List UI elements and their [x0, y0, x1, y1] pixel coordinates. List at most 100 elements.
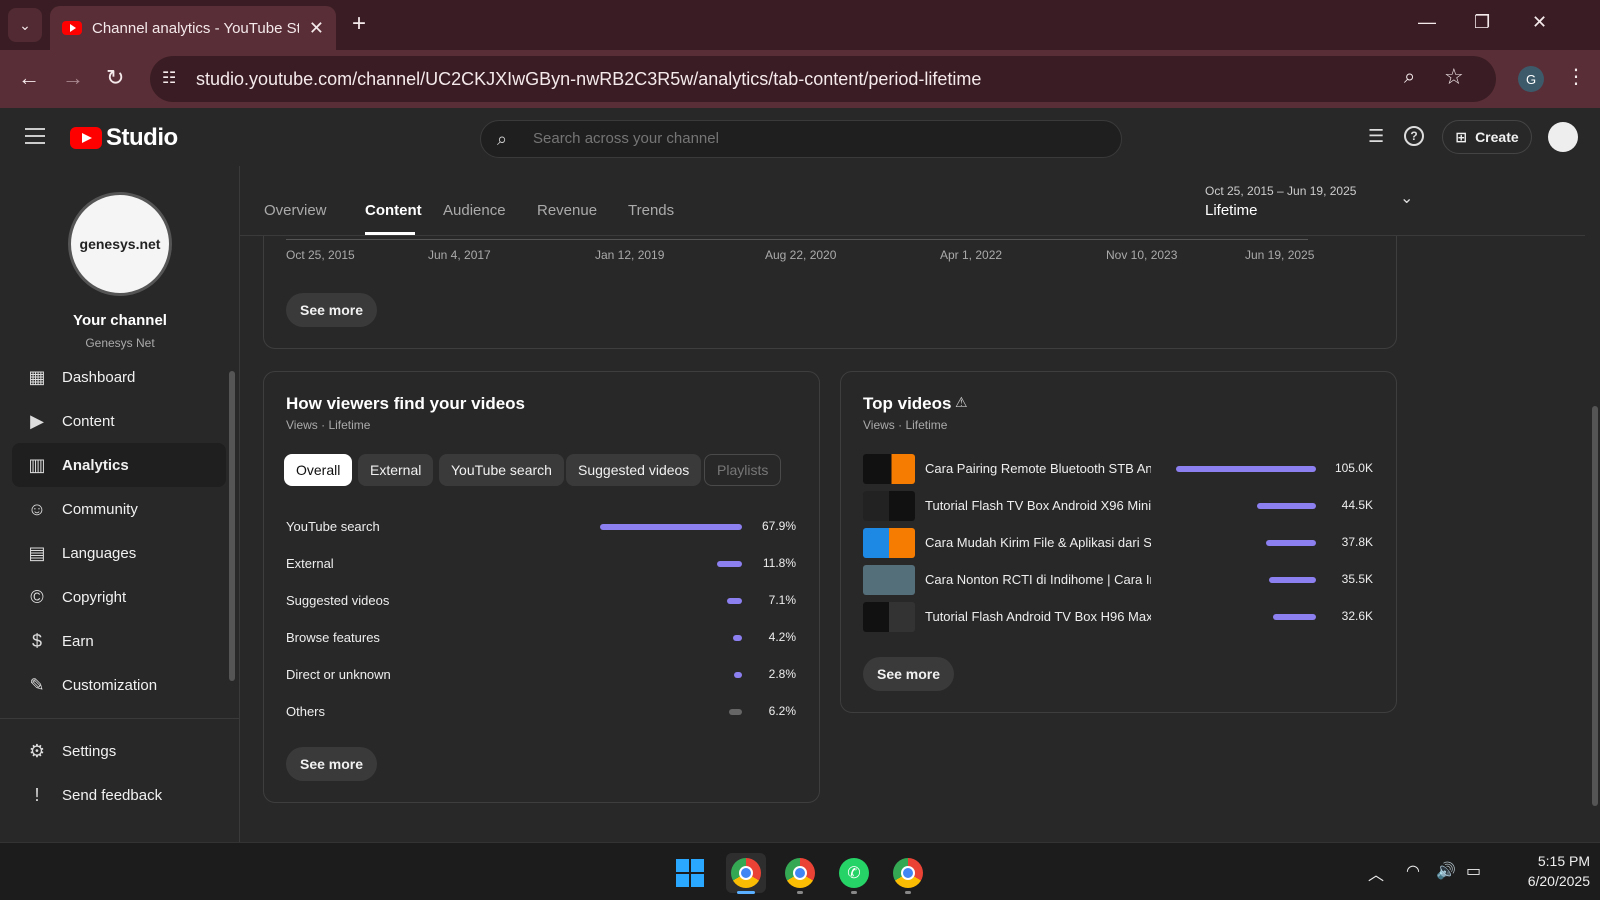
tab-overview[interactable]: Overview — [264, 202, 327, 219]
sidebar-item-earn[interactable]: $ Earn — [12, 619, 226, 663]
see-more-button[interactable]: See more — [286, 747, 378, 781]
video-thumbnail[interactable] — [863, 491, 915, 521]
sidebar-item-send-feedback[interactable]: ! Send feedback — [12, 773, 226, 817]
chip-youtube-search[interactable]: YouTube search — [439, 454, 564, 486]
top-video-row[interactable]: Cara Nonton RCTI di Indihome | Cara Ins.… — [863, 565, 1373, 595]
chrome-icon — [893, 858, 923, 888]
video-thumbnail[interactable] — [863, 565, 915, 595]
taskbar-whatsapp[interactable]: ✆ — [834, 853, 874, 893]
tab-list-button[interactable]: ⌄ — [8, 8, 42, 42]
chip-external[interactable]: External — [358, 454, 434, 486]
clock-date[interactable]: 6/20/2025 — [1500, 873, 1590, 889]
video-title[interactable]: Tutorial Flash Android TV Box H96 Max ..… — [925, 609, 1151, 624]
browser-menu-icon[interactable]: ⋮ — [1566, 64, 1586, 89]
new-tab-icon[interactable]: + — [352, 10, 366, 38]
volume-icon[interactable]: 🔊 — [1436, 861, 1456, 881]
sidebar-item-languages[interactable]: ▤ Languages — [12, 531, 226, 575]
search-input[interactable] — [533, 130, 1093, 147]
main-scrollbar[interactable] — [1592, 406, 1598, 806]
top-video-row[interactable]: Cara Pairing Remote Bluetooth STB And...… — [863, 454, 1373, 484]
sidebar-item-settings[interactable]: ⚙ Settings — [12, 729, 226, 773]
video-views-bar — [1176, 466, 1316, 472]
bookmark-star-icon[interactable]: ☆ — [1444, 64, 1464, 90]
chip-playlists[interactable]: Playlists — [704, 454, 782, 486]
video-thumbnail[interactable] — [863, 602, 915, 632]
chip-overall[interactable]: Overall — [284, 454, 353, 486]
taskbar-chrome-profile-g[interactable] — [726, 853, 766, 893]
taskbar-chrome-profile-2[interactable] — [780, 853, 820, 893]
sidebar-item-label: Analytics — [62, 456, 129, 474]
url-text[interactable]: studio.youtube.com/channel/UC2CKJXIwGByn… — [196, 69, 981, 90]
traffic-source-row[interactable]: Direct or unknown 2.8% — [286, 664, 796, 688]
traffic-source-percent: 4.2% — [768, 630, 796, 644]
show-hidden-icons-icon[interactable]: ︿ — [1368, 861, 1384, 885]
tab-content[interactable]: Content — [365, 202, 422, 219]
traffic-source-row[interactable]: Suggested videos 7.1% — [286, 590, 796, 614]
video-title[interactable]: Cara Pairing Remote Bluetooth STB And... — [925, 461, 1151, 476]
traffic-source-row[interactable]: Browse features 4.2% — [286, 627, 796, 651]
sidebar: genesys.net Your channel Genesys Net ▦ D… — [0, 166, 240, 842]
battery-icon[interactable]: ▭ — [1466, 861, 1481, 881]
account-avatar[interactable] — [1548, 122, 1578, 152]
taskbar-chrome-profile-3[interactable] — [888, 853, 928, 893]
tab-audience[interactable]: Audience — [443, 202, 506, 219]
see-more-button[interactable]: See more — [863, 657, 955, 691]
analytics-icon: ▥ — [28, 454, 46, 475]
sidebar-item-content[interactable]: ▶ Content — [12, 399, 226, 443]
sidebar-item-customization[interactable]: ✎ Customization — [12, 663, 226, 707]
video-title[interactable]: Tutorial Flash TV Box Android X96 Mini .… — [925, 498, 1151, 513]
warning-icon[interactable]: ⚠ — [955, 394, 968, 411]
messages-icon[interactable]: ☰ — [1368, 126, 1384, 147]
axis-tick-label: Nov 10, 2023 — [1106, 248, 1178, 262]
tab-revenue[interactable]: Revenue — [537, 202, 597, 219]
create-button[interactable]: ⊞ Create — [1442, 120, 1532, 154]
back-icon[interactable]: ← — [18, 65, 40, 91]
clock-time[interactable]: 5:15 PM — [1500, 853, 1590, 869]
top-video-row[interactable]: Tutorial Flash TV Box Android X96 Mini .… — [863, 491, 1373, 521]
chip-suggested-videos[interactable]: Suggested videos — [566, 454, 702, 486]
languages-icon: ▤ — [28, 542, 46, 563]
running-app-indicator — [851, 891, 857, 894]
restore-icon[interactable]: ❐ — [1474, 12, 1490, 33]
youtube-favicon-icon — [62, 21, 82, 35]
video-title[interactable]: Cara Mudah Kirim File & Aplikasi dari S.… — [925, 535, 1151, 550]
help-icon[interactable]: ? — [1404, 126, 1424, 146]
browser-toolbar: ← → ↻ ☷ studio.youtube.com/channel/UC2CK… — [0, 50, 1600, 108]
video-title[interactable]: Cara Nonton RCTI di Indihome | Cara Ins.… — [925, 572, 1151, 587]
traffic-source-row[interactable]: YouTube search 67.9% — [286, 516, 796, 540]
traffic-source-bar — [734, 672, 742, 678]
wifi-icon[interactable]: ◠ — [1406, 861, 1420, 881]
address-bar[interactable]: ☷ studio.youtube.com/channel/UC2CKJXIwGB… — [150, 56, 1496, 102]
site-info-icon[interactable]: ☷ — [162, 68, 184, 90]
hamburger-menu-icon[interactable] — [25, 128, 45, 144]
sidebar-scrollbar[interactable] — [229, 371, 235, 681]
sidebar-item-copyright[interactable]: © Copyright — [12, 575, 226, 619]
zoom-icon[interactable]: ⌕ — [1404, 66, 1415, 89]
studio-logo[interactable]: Studio — [70, 124, 178, 152]
traffic-source-row[interactable]: Others 6.2% — [286, 701, 796, 725]
minimize-icon[interactable]: — — [1418, 12, 1436, 33]
copyright-icon: © — [30, 586, 44, 607]
content-icon: ▶ — [30, 410, 44, 431]
channel-search-box[interactable]: ⌕ — [480, 120, 1122, 158]
top-video-row[interactable]: Cara Mudah Kirim File & Aplikasi dari S.… — [863, 528, 1373, 558]
tab-trends[interactable]: Trends — [628, 202, 674, 219]
see-more-button[interactable]: See more — [286, 293, 378, 327]
forward-icon[interactable]: → — [62, 65, 84, 91]
channel-avatar[interactable]: genesys.net — [68, 192, 172, 296]
browser-profile-avatar[interactable]: G — [1518, 66, 1544, 92]
browser-tab-active[interactable]: Channel analytics - YouTube Studio ✕ — [50, 6, 336, 50]
sidebar-item-analytics[interactable]: ▥ Analytics — [12, 443, 226, 487]
reload-icon[interactable]: ↻ — [106, 65, 124, 91]
close-window-icon[interactable]: ✕ — [1532, 12, 1547, 33]
top-video-row[interactable]: Tutorial Flash Android TV Box H96 Max ..… — [863, 602, 1373, 632]
traffic-source-row[interactable]: External 11.8% — [286, 553, 796, 577]
sidebar-item-dashboard[interactable]: ▦ Dashboard — [12, 355, 226, 399]
sidebar-item-community[interactable]: ☺ Community — [12, 487, 226, 531]
video-thumbnail[interactable] — [863, 528, 915, 558]
close-tab-icon[interactable]: ✕ — [309, 18, 324, 39]
video-thumbnail[interactable] — [863, 454, 915, 484]
start-button[interactable] — [670, 853, 710, 893]
traffic-source-label: Others — [286, 704, 326, 719]
axis-tick-label: Oct 25, 2015 — [286, 248, 355, 262]
